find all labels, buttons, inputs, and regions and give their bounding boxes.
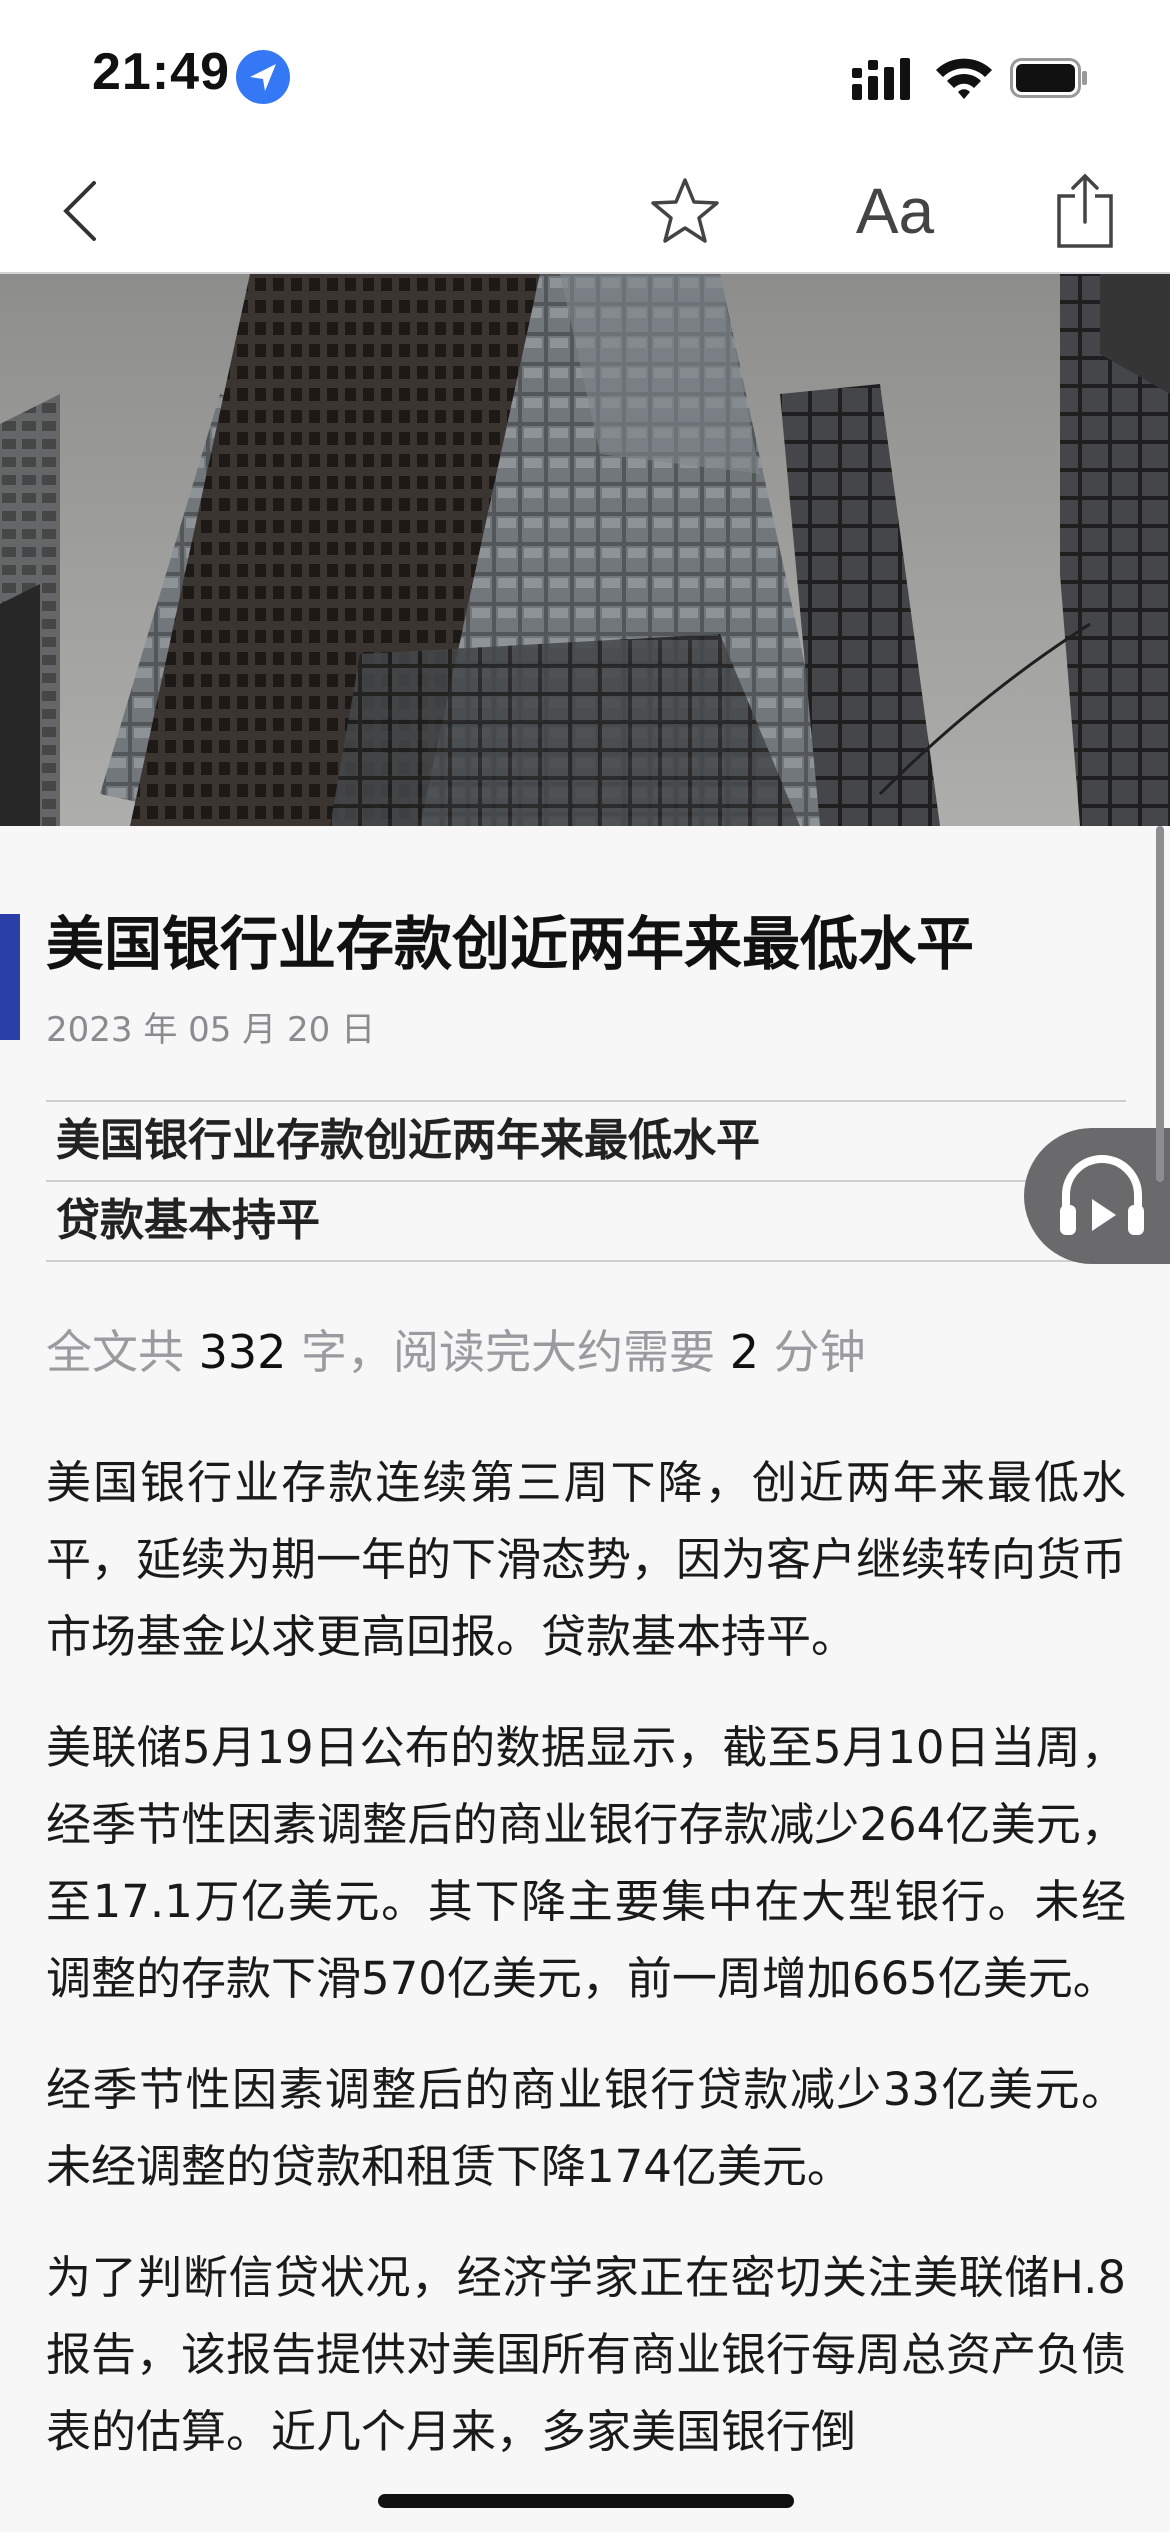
back-button[interactable]: [40, 150, 120, 272]
font-size-button[interactable]: Aa: [840, 150, 950, 272]
headphones-play-icon: [1060, 1155, 1144, 1235]
article-paragraph: 为了判断信贷状况，经济学家正在密切关注美联储H.8报告，该报告提供对美国所有商业…: [46, 2251, 1127, 2458]
read-time-middle: 字，阅读完大约需要: [286, 1325, 730, 1379]
read-time-suffix: 分钟: [758, 1325, 866, 1379]
article-body: 美国银行业存款连续第三周下降，创近两年来最低水平，延续为期一年的下滑态势，因为客…: [46, 1444, 1126, 2504]
scrollbar[interactable]: [1156, 826, 1164, 1182]
summary-line: 美国银行业存款创近两年来最低水平: [46, 1102, 1126, 1182]
article-summary: 美国银行业存款创近两年来最低水平 贷款基本持平: [46, 1100, 1126, 1262]
article-date: 2023 年 05 月 20 日: [46, 1010, 376, 1050]
summary-line: 贷款基本持平: [46, 1182, 1126, 1262]
share-icon: [1057, 173, 1113, 248]
article-title: 美国银行业存款创近两年来最低水平: [46, 910, 975, 978]
article-content: 美国银行业存款创近两年来最低水平 2023 年 05 月 20 日 美国银行业存…: [0, 826, 1170, 2532]
status-time: 21:49: [92, 43, 230, 101]
star-icon: [651, 178, 719, 243]
battery-icon: [1010, 58, 1088, 98]
wifi-icon: [934, 54, 994, 100]
title-accent-bar: [0, 914, 20, 1040]
article-toolbar: Aa: [0, 150, 1170, 274]
cellular-signal-icon: [852, 58, 914, 100]
hero-image: [0, 274, 1170, 826]
article-paragraph: 美国银行业存款连续第三周下降，创近两年来最低水平，延续为期一年的下滑态势，因为客…: [46, 1456, 1127, 1663]
home-indicator[interactable]: [378, 2494, 794, 2508]
favorite-button[interactable]: [640, 150, 730, 272]
read-minutes: 2: [729, 1325, 759, 1379]
status-bar: 21:49: [0, 0, 1170, 150]
chevron-left-icon: [63, 181, 96, 241]
word-count: 332: [198, 1325, 287, 1379]
audio-play-button[interactable]: [1024, 1128, 1170, 1264]
article-paragraph: 经季节性因素调整后的商业银行贷款减少33亿美元。未经调整的贷款和租赁下降174亿…: [46, 2063, 1126, 2193]
location-icon: [236, 50, 290, 104]
article-paragraph: 美联储5月19日公布的数据显示，截至5月10日当周，经季节性因素调整后的商业银行…: [46, 1721, 1126, 2005]
share-button[interactable]: [1040, 150, 1130, 272]
read-time-prefix: 全文共: [46, 1325, 199, 1379]
read-time-info: 全文共 332 字，阅读完大约需要 2 分钟: [46, 1316, 866, 1382]
